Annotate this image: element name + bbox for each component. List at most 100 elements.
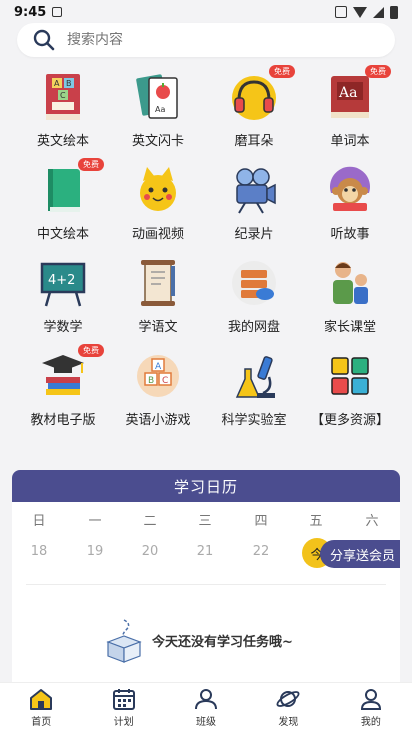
grid-item-label: 单词本 <box>330 134 370 149</box>
date-cell[interactable]: 22 <box>241 544 281 559</box>
free-badge: 免费 <box>365 65 391 78</box>
calendar-icon <box>112 689 135 710</box>
svg-text:C: C <box>162 376 168 386</box>
grid-item-label: 中文绘本 <box>36 227 89 242</box>
grid-item-label: 磨耳朵 <box>234 134 274 149</box>
free-badge: 免费 <box>78 344 104 357</box>
grid-item-vocabulary[interactable]: Aa 免费 单词本 <box>302 64 398 150</box>
vibrate-icon <box>335 6 347 18</box>
grid-item-label: 英语小游戏 <box>125 413 191 428</box>
grid-item-english-picture-books[interactable]: A B C 英文绘本 <box>15 64 111 150</box>
svg-text:4+2: 4+2 <box>48 273 75 288</box>
grid-item-more-resources[interactable]: 【更多资源】 <box>302 343 398 429</box>
tab-class[interactable]: 班级 <box>165 683 247 732</box>
empty-box-icon <box>106 619 142 663</box>
tab-plan[interactable]: 计划 <box>82 683 164 732</box>
class-icon <box>195 689 218 710</box>
grid-item-label: 【更多资源】 <box>310 413 389 428</box>
date-cell[interactable]: 18 <box>19 544 59 559</box>
grid-item-label: 科学实验室 <box>221 413 287 428</box>
grid-item-label: 学语文 <box>138 320 178 335</box>
dictionary-icon: Aa 免费 <box>323 65 391 124</box>
abc-book-icon: A B C <box>36 70 90 124</box>
svg-text:B: B <box>148 376 154 386</box>
grid-item-label: 动画视频 <box>131 227 184 242</box>
grid-item-label: 我的网盘 <box>227 320 280 335</box>
grid-item-english-games[interactable]: A B C 英语小游戏 <box>110 343 206 429</box>
tab-label: 我的 <box>360 717 381 728</box>
svg-text:A: A <box>155 362 162 372</box>
grid-item-listening[interactable]: 免费 磨耳朵 <box>206 64 302 150</box>
cartoon-icon <box>131 163 185 217</box>
grid-item-label: 英文闪卡 <box>131 134 184 149</box>
date-cell[interactable]: 21 <box>185 544 225 559</box>
home-icon <box>30 689 53 710</box>
svg-text:A: A <box>54 79 60 88</box>
weekday-label: 一 <box>88 514 102 529</box>
tab-profile[interactable]: 我的 <box>330 683 412 732</box>
profile-icon <box>360 689 381 710</box>
tab-label: 计划 <box>113 717 134 728</box>
camera-icon <box>227 163 281 217</box>
weekday-label: 二 <box>143 514 157 529</box>
weekday-label: 五 <box>309 514 323 529</box>
signal-icon <box>373 6 384 18</box>
abc-blocks-icon: A B C <box>131 349 185 403</box>
search-input[interactable] <box>67 32 347 48</box>
grid-item-label: 家长课堂 <box>323 320 376 335</box>
date-cell[interactable]: 20 <box>130 544 170 559</box>
svg-text:C: C <box>60 91 66 100</box>
weekday-label: 三 <box>198 514 212 529</box>
weekday-label: 六 <box>365 514 379 529</box>
search-bar[interactable] <box>17 23 395 57</box>
svg-text:Aa: Aa <box>155 105 165 114</box>
tab-discover[interactable]: 发现 <box>247 683 329 732</box>
grid-item-textbooks[interactable]: 免费 教材电子版 <box>15 343 111 429</box>
cloud-drive-icon <box>227 256 281 310</box>
grid-item-science-lab[interactable]: 科学实验室 <box>206 343 302 429</box>
grid-item-label: 英文绘本 <box>36 134 89 149</box>
bottom-tab-bar: 首页 计划 班级 发现 我的 <box>0 682 412 732</box>
tab-home[interactable]: 首页 <box>0 683 82 732</box>
empty-state: 今天还没有学习任务哦~ <box>102 616 293 664</box>
tab-label: 班级 <box>196 717 217 728</box>
math-board-icon: 4+2 <box>36 256 90 310</box>
tab-label: 发现 <box>278 717 299 728</box>
scroll-icon <box>131 256 185 310</box>
grid-item-cloud-drive[interactable]: 我的网盘 <box>206 250 302 336</box>
tab-label: 首页 <box>31 717 52 728</box>
grid-item-english-flashcards[interactable]: Aa 英文闪卡 <box>110 64 206 150</box>
grid-item-label: 教材电子版 <box>30 413 96 428</box>
free-badge: 免费 <box>269 65 295 78</box>
empty-message: 今天还没有学习任务哦~ <box>152 634 293 650</box>
microscope-icon <box>227 349 281 403</box>
weekday-row: 日 一 二 三 四 五 六 <box>12 510 400 530</box>
grid-item-label: 纪录片 <box>234 227 274 242</box>
status-time: 9:45 <box>14 4 47 20</box>
flashcard-icon: Aa <box>131 70 185 124</box>
grid-item-chinese-picture-books[interactable]: 免费 中文绘本 <box>15 157 111 243</box>
status-icons <box>335 5 398 19</box>
grid-item-stories[interactable]: 听故事 <box>302 157 398 243</box>
divider <box>26 584 386 585</box>
grid-item-math[interactable]: 4+2 学数学 <box>15 250 111 336</box>
grid-item-label: 学数学 <box>43 320 83 335</box>
grid-item-label: 听故事 <box>330 227 370 242</box>
grid-item-documentary[interactable]: 纪录片 <box>206 157 302 243</box>
study-calendar: 学习日历 日 一 二 三 四 五 六 18 19 20 21 22 今 分享送会… <box>12 470 400 690</box>
weekday-label: 四 <box>254 514 268 529</box>
battery-icon <box>390 5 398 19</box>
calendar-title: 学习日历 <box>12 470 400 502</box>
headphones-icon: 免费 <box>227 65 295 124</box>
green-book-icon: 免费 <box>36 158 104 217</box>
svg-text:B: B <box>66 79 72 88</box>
grid-item-parent-class[interactable]: 家长课堂 <box>302 250 398 336</box>
share-for-membership-button[interactable]: 分享送会员 <box>320 540 400 568</box>
monkey-story-icon <box>323 163 377 217</box>
date-cell[interactable]: 19 <box>75 544 115 559</box>
grid-item-chinese-language[interactable]: 学语文 <box>110 250 206 336</box>
weekday-label: 日 <box>32 514 46 529</box>
sim-icon <box>52 7 63 17</box>
parent-child-icon <box>323 256 377 310</box>
grid-item-animation-videos[interactable]: 动画视频 <box>110 157 206 243</box>
